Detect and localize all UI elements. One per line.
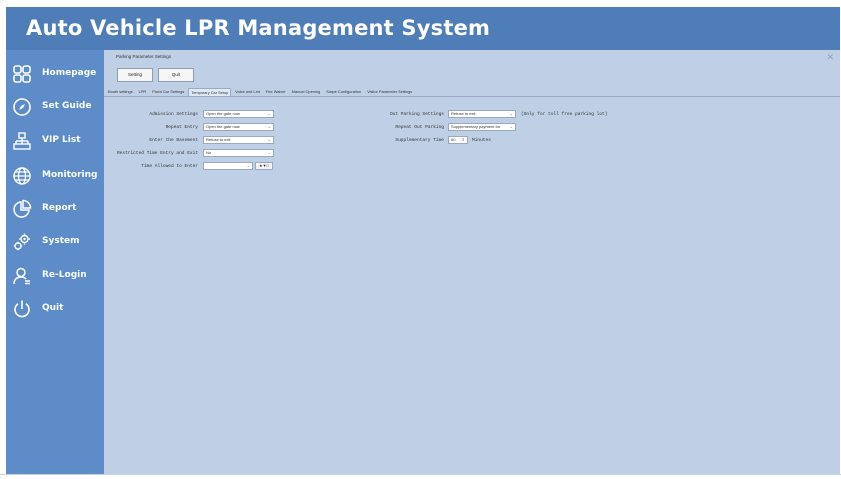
tab-voice-and-led[interactable]: Voice and Led (233, 88, 262, 96)
title-bar: Auto Vehicle LPR Management System (6, 7, 840, 50)
chevron-down-icon: ⌄ (267, 124, 271, 129)
sidebar-item-homepage[interactable]: Homepage (6, 60, 104, 90)
repeat-entry-select[interactable]: Open the gate now ⌄ (203, 123, 274, 131)
sidebar-item-label: VIP List (42, 135, 81, 145)
sidebar-item-label: Monitoring (42, 170, 98, 180)
time-allowed-label: Time Allowed to Enter (141, 164, 198, 169)
enter-basement-select[interactable]: Refuse to exit ⌄ (203, 136, 274, 144)
toll-free-note: (Only for toll free parking lot) (521, 112, 608, 117)
quit-button[interactable]: Quit (158, 68, 194, 82)
chevron-down-icon: ⌄ (267, 111, 271, 116)
tab-divider (104, 96, 840, 97)
repeat-entry-value: Open the gate now (206, 124, 240, 129)
chevron-down-icon: ⌄ (267, 150, 271, 155)
restricted-time-label: Restricted Time Entry and Exit (116, 151, 198, 156)
sidebar-item-label: Quit (42, 303, 64, 313)
app-window: Auto Vehicle LPR Management System Homep… (6, 7, 840, 475)
repeat-entry-label: Repeat Entry (165, 125, 198, 130)
supplementary-time-label: Supplementary Time (395, 138, 444, 143)
tab-visitor-parameter-settings[interactable]: Visitor Parameter Settings (365, 88, 414, 96)
panel-title: Parking Parameter Settings (116, 54, 172, 59)
user-icon (13, 267, 30, 285)
out-parking-label: Out Parking Settings (389, 112, 444, 117)
enter-basement-value: Refuse to exit (206, 137, 231, 142)
supplementary-time-stepper[interactable]: 60 ⇕ (448, 136, 468, 144)
main-content: Parking Parameter Settings ✕ Setting Qui… (104, 50, 840, 475)
restricted-time-value: No (206, 150, 212, 155)
sidebar-item-quit[interactable]: Quit (6, 295, 104, 325)
repeat-out-parking-label: Repeat Out Parking (395, 125, 444, 130)
admission-settings-label: Admission Settings (149, 112, 198, 117)
chevron-down-icon: ⌄ (246, 163, 250, 168)
tab-bar: Booth settings LPR Fixed Car Settings Te… (106, 88, 416, 96)
admission-settings-value: Open the gate now (206, 111, 240, 116)
setting-button[interactable]: Setting (117, 68, 153, 82)
chevron-down-icon: ⌄ (509, 124, 513, 129)
gears-icon (13, 233, 30, 251)
tab-fee-waiver[interactable]: Fee Waiver (264, 88, 288, 96)
minutes-unit: Minutes (472, 138, 491, 143)
chevron-down-icon: ⌄ (267, 137, 271, 142)
sidebar-item-label: Homepage (42, 68, 97, 78)
supplementary-time-value: 60 (451, 137, 456, 142)
repeat-out-parking-select[interactable]: Supplementary payment for ⌄ (448, 123, 516, 131)
pie-chart-icon (13, 199, 32, 218)
out-parking-value: Refuse to exit (451, 111, 476, 116)
spinner-arrows-icon: ⇕ (461, 137, 465, 142)
sidebar: Homepage Set Guide VIP List Monitoring R… (6, 50, 104, 475)
time-allowed-input[interactable]: ⌄ (203, 162, 253, 170)
sidebar-item-report[interactable]: Report (6, 195, 104, 225)
sidebar-item-monitoring[interactable]: Monitoring (6, 162, 104, 192)
time-picker-button[interactable]: ★▼□ (255, 162, 273, 170)
sidebar-item-re-login[interactable]: Re-Login (6, 262, 104, 292)
out-parking-select[interactable]: Refuse to exit ⌄ (448, 110, 516, 118)
sidebar-item-system[interactable]: System (6, 228, 104, 258)
tab-lpr[interactable]: LPR (137, 88, 149, 96)
app-title: Auto Vehicle LPR Management System (26, 16, 491, 40)
tab-booth-settings[interactable]: Booth settings (106, 88, 135, 96)
close-icon[interactable]: ✕ (826, 52, 834, 63)
power-icon (14, 300, 30, 318)
sidebar-item-vip-list[interactable]: VIP List (6, 127, 104, 157)
sidebar-item-label: System (42, 236, 80, 246)
tab-temporary-car-setup[interactable]: Temporary Car Setup (188, 88, 232, 96)
compass-icon (13, 98, 31, 116)
sidebar-item-label: Set Guide (42, 101, 92, 111)
repeat-out-parking-value: Supplementary payment for (451, 124, 501, 129)
chevron-down-icon: ⌄ (509, 111, 513, 116)
sidebar-item-set-guide[interactable]: Set Guide (6, 93, 104, 123)
grid-icon (13, 65, 31, 83)
admission-settings-select[interactable]: Open the gate now ⌄ (203, 110, 274, 118)
restricted-time-select[interactable]: No ⌄ (203, 149, 274, 157)
tab-manual-opening[interactable]: Manual Opening (290, 88, 323, 96)
globe-icon (13, 167, 31, 185)
sidebar-item-label: Report (42, 203, 77, 213)
org-chart-icon (13, 132, 31, 150)
enter-basement-label: Enter the Basement (149, 138, 198, 143)
tab-fixed-car-settings[interactable]: Fixed Car Settings (150, 88, 186, 96)
bottom-border (0, 474, 841, 475)
tab-swipe-configuration[interactable]: Swipe Configuration (324, 88, 363, 96)
sidebar-item-label: Re-Login (42, 270, 87, 280)
